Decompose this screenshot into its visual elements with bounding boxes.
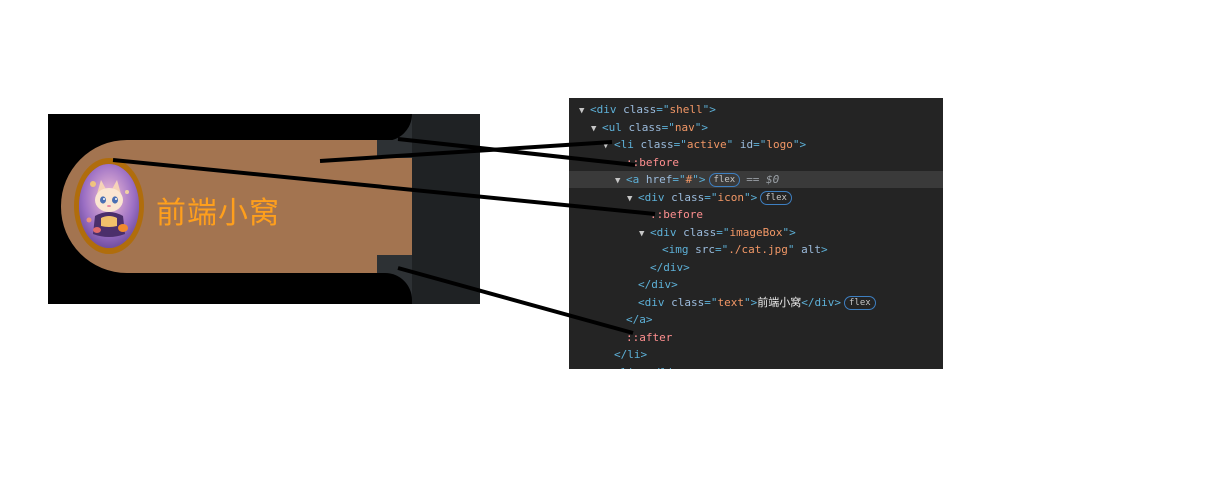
annotation-connectors: [112, 137, 656, 335]
connector-after-to-bottom-curve: [397, 266, 634, 335]
connector-icon-before-to-ring: [112, 158, 656, 216]
